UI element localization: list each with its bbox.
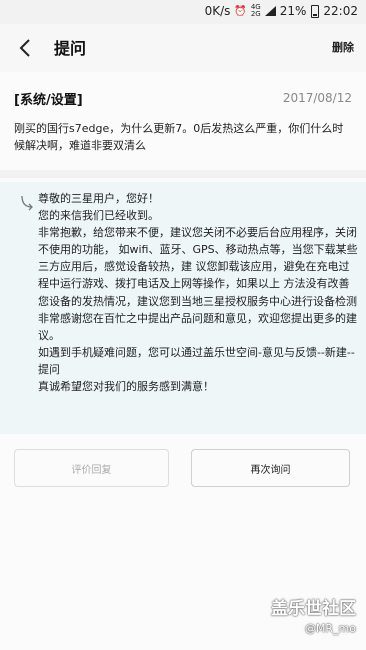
reply-line: 非常感谢您在百忙之中提出产品问题和意见，欢迎您提出更多的建议。 bbox=[38, 311, 357, 342]
network-type-indicator: 4G 2G bbox=[251, 4, 261, 18]
network-speed: 0K/s bbox=[204, 4, 231, 18]
reply-arrow-icon bbox=[21, 195, 33, 211]
watermark-title: 盖乐世社区 bbox=[271, 599, 356, 619]
battery-icon bbox=[311, 4, 320, 18]
status-bar: 0K/s ⏰ 4G 2G 21% 22:02 bbox=[0, 0, 366, 24]
content-area: [系统/设置] 2017/08/12 刚买的国行s7edge，为什么更新7。0后… bbox=[0, 72, 366, 650]
back-arrow-icon[interactable] bbox=[14, 36, 38, 60]
question-date: 2017/08/12 bbox=[282, 91, 352, 105]
battery-percent: 21% bbox=[279, 4, 307, 18]
status-icons: 0K/s ⏰ 4G 2G 21% 22:02 bbox=[204, 4, 358, 19]
clock: 22:02 bbox=[323, 4, 358, 18]
page-title: 提问 bbox=[54, 39, 87, 58]
reply-panel: 尊敬的三星用户，您好！ 您的来信我们已经收到。 非常抱歉，给您带来不便，建议您关… bbox=[0, 182, 366, 434]
question-category: [系统/设置] bbox=[14, 93, 83, 108]
reply-text: 尊敬的三星用户，您好！ 您的来信我们已经收到。 非常抱歉，给您带来不便，建议您关… bbox=[38, 190, 358, 395]
alarm-icon: ⏰ bbox=[234, 5, 247, 17]
section-divider bbox=[0, 170, 366, 178]
network-type-bottom: 2G bbox=[250, 10, 261, 18]
delete-button[interactable]: 删除 bbox=[332, 39, 354, 55]
app-bar: 提问 删除 bbox=[0, 24, 366, 72]
reply-line: 您的来信我们已经收到。 bbox=[38, 209, 159, 223]
reply-line: 真诚希望您对我们的服务感到满意！ bbox=[38, 380, 214, 394]
reply-line: 尊敬的三星用户，您好！ bbox=[38, 192, 159, 205]
reply-line: 如遇到手机疑难问题，您可以通过盖乐世空间-意见与反馈--新建--提问 bbox=[38, 345, 355, 376]
reply-line: 非常抱歉，给您带来不便，建议您关闭不必要后台应用程序，关闭不使用的功能， 如wi… bbox=[38, 226, 358, 308]
ask-again-button[interactable]: 再次询问 bbox=[191, 449, 350, 487]
question-body: 刚买的国行s7edge，为什么更新7。0后发热这么严重，你们什么时候解决啊，难道… bbox=[14, 122, 344, 152]
evaluate-reply-button[interactable]: 评价回复 bbox=[14, 449, 169, 487]
question-header: [系统/设置] 2017/08/12 bbox=[14, 89, 352, 108]
watermark: 盖乐世社区 @MR_mo bbox=[271, 599, 356, 637]
signal-icon bbox=[264, 6, 276, 16]
watermark-user: @MR_mo bbox=[304, 622, 356, 635]
